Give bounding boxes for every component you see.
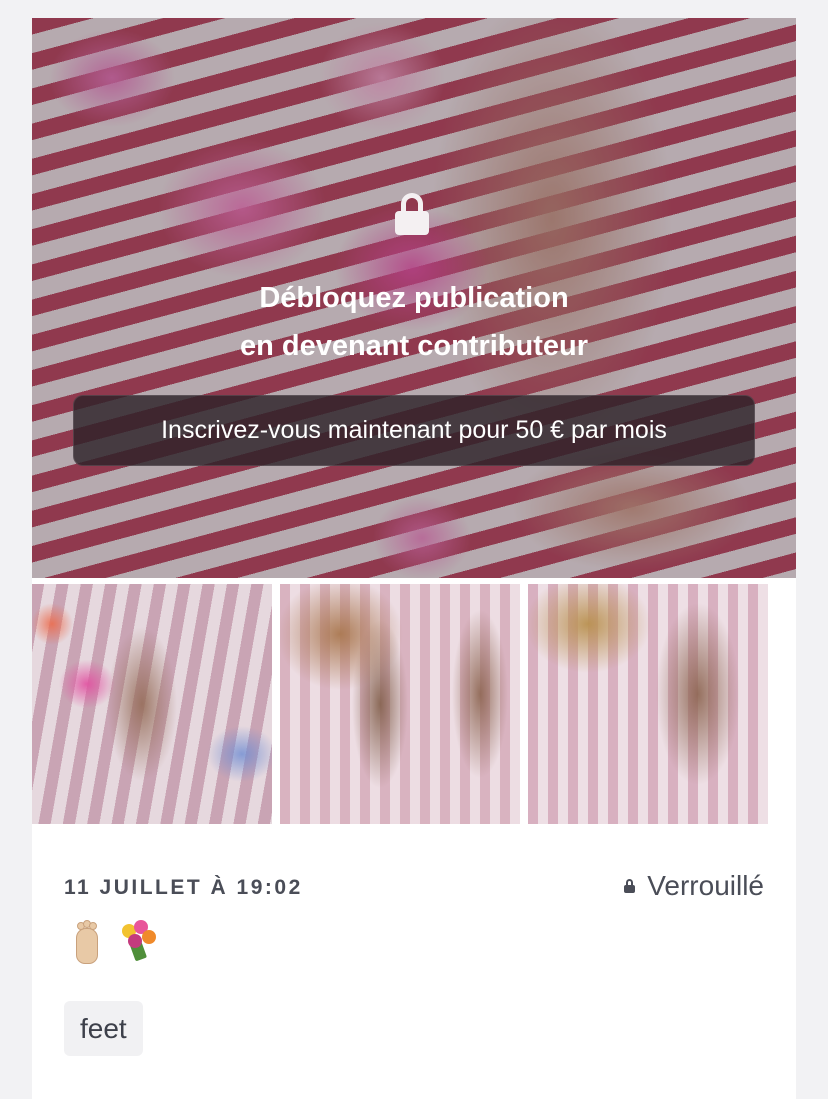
post-date: 11 JUILLET À 19:02	[64, 876, 303, 899]
locked-status-label: Verrouillé	[647, 870, 764, 901]
locked-status: Verrouillé	[624, 870, 764, 902]
lock-icon	[624, 879, 636, 893]
bouquet-emoji-icon	[114, 918, 160, 962]
blurred-thumbnail-1[interactable]	[32, 584, 272, 824]
foot-emoji-icon	[70, 918, 100, 964]
blurred-thumbnail-3[interactable]	[528, 584, 768, 824]
subscribe-button[interactable]: Inscrivez-vous maintenant pour 50 € par …	[73, 395, 755, 466]
lock-icon	[395, 193, 429, 235]
post-card: Débloquez publication en devenant contri…	[32, 18, 796, 1099]
unlock-title-line2: en devenant contributeur	[239, 330, 589, 362]
tag-feet[interactable]: feet	[64, 1001, 143, 1056]
post-emojis	[70, 914, 160, 966]
unlock-title-line1: Débloquez publication	[259, 282, 569, 314]
blurred-thumbnail-2[interactable]	[280, 584, 520, 824]
locked-hero-image: Débloquez publication en devenant contri…	[32, 18, 796, 578]
unlock-message: Débloquez publication en devenant contri…	[32, 274, 796, 370]
